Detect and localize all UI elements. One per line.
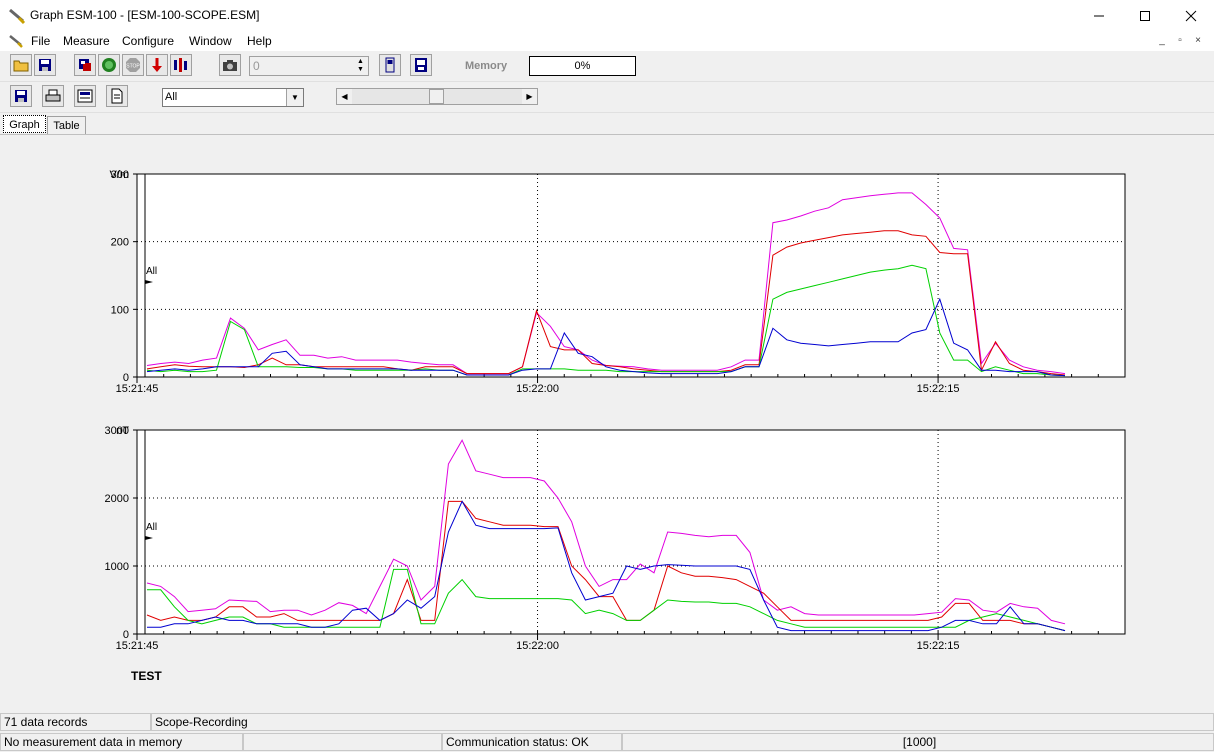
- mdi-minimize-icon[interactable]: _: [1154, 34, 1170, 48]
- document-probe-icon[interactable]: [8, 33, 24, 49]
- chart2-xtick-label: 15:22:00: [516, 640, 559, 652]
- records-count: 71 data records: [0, 713, 151, 731]
- floppy-save-icon: [39, 59, 51, 71]
- snapshot-button[interactable]: [219, 54, 241, 76]
- camera-icon: [223, 60, 237, 71]
- channel-select-value: All: [165, 91, 178, 103]
- chart2-xtick-label: 15:21:45: [116, 640, 159, 652]
- test-label: TEST: [131, 669, 162, 683]
- graph-toolbar: All ▼ ◀ ▶: [0, 82, 1214, 113]
- close-icon: [1185, 10, 1197, 21]
- counter-spinbox[interactable]: 0 ▲ ▼: [249, 56, 369, 76]
- export-save-button[interactable]: [10, 85, 32, 107]
- memory-device-icon: [415, 58, 427, 72]
- counter-value: 0: [253, 59, 260, 73]
- menu-file[interactable]: File: [31, 34, 50, 48]
- chart2-xtick-label: 15:22:15: [917, 640, 960, 652]
- sample-count: [1000]: [622, 733, 1214, 751]
- device-info-button[interactable]: [379, 54, 401, 76]
- open-button[interactable]: [10, 54, 32, 76]
- memory-device-button[interactable]: [410, 54, 432, 76]
- handheld-device-icon: [385, 57, 395, 73]
- communication-status: Communication status: OK: [442, 733, 622, 751]
- maximize-button[interactable]: [1122, 0, 1168, 31]
- device-transfer-icon: [79, 59, 91, 71]
- printer-icon: [45, 89, 61, 102]
- status-empty-panel: [243, 733, 442, 751]
- save-button[interactable]: [34, 54, 56, 76]
- mdi-close-icon[interactable]: ×: [1190, 34, 1206, 48]
- scroll-right-icon[interactable]: ▶: [522, 89, 537, 104]
- channel-select[interactable]: All ▼: [162, 88, 304, 107]
- channels-icon: [174, 58, 187, 72]
- window-title: Graph ESM-100 - [ESM-100-SCOPE.ESM]: [30, 8, 260, 22]
- dropdown-arrow-icon[interactable]: ▼: [286, 89, 303, 106]
- scroll-left-icon[interactable]: ◀: [337, 89, 352, 104]
- print-preview-button[interactable]: [74, 85, 96, 107]
- start-circle-icon: [102, 58, 116, 72]
- charts-svg: 0100200300V/m15:21:45 15:22:00 15:22:15All…: [105, 169, 1126, 652]
- mdi-restore-icon[interactable]: ▫: [1172, 34, 1188, 48]
- report-button[interactable]: [106, 85, 128, 107]
- recording-mode: Scope-Recording: [151, 713, 1214, 731]
- chart1-xtick-label: 15:22:00: [516, 383, 559, 395]
- chart1-plot-area: [136, 173, 1126, 378]
- chart2-marker-label: All: [146, 522, 157, 533]
- chart1-ytick-label: 100: [111, 304, 129, 316]
- graph-area: 0 100 200 300 V/m 15:21:45 15:22:00 15:22:15 All…: [0, 134, 1214, 711]
- tab-table[interactable]: Table: [47, 116, 86, 134]
- scroll-thumb[interactable]: [429, 89, 444, 104]
- device-button[interactable]: [74, 54, 96, 76]
- maximize-icon: [1140, 10, 1150, 21]
- scope-button[interactable]: [170, 54, 192, 76]
- menu-help[interactable]: Help: [247, 34, 272, 48]
- mdi-controls: _ ▫ ×: [1154, 34, 1206, 48]
- minimize-button[interactable]: [1076, 0, 1122, 31]
- chart2-unit-label: nT: [116, 425, 129, 437]
- print-preview-icon: [77, 89, 93, 103]
- chart1-unit-label: V/m: [109, 169, 129, 181]
- open-folder-icon: [13, 60, 29, 72]
- spin-arrows-icon[interactable]: ▲ ▼: [354, 58, 367, 74]
- print-button[interactable]: [42, 85, 64, 107]
- time-scrollbar[interactable]: ◀ ▶: [336, 88, 538, 105]
- status-bar-top: 71 data records Scope-Recording: [0, 712, 1214, 732]
- close-button[interactable]: [1168, 0, 1214, 31]
- memory-message: No measurement data in memory: [0, 733, 243, 751]
- menu-configure[interactable]: Configure: [122, 34, 174, 48]
- chart2-ytick-label: 2000: [105, 493, 129, 505]
- start-button[interactable]: [98, 54, 120, 76]
- download-button[interactable]: [146, 54, 168, 76]
- probe-app-icon: [9, 8, 26, 25]
- minimize-icon: [1094, 15, 1104, 16]
- chart1-marker-label: All: [146, 266, 157, 277]
- svg-text:STOP: STOP: [126, 64, 140, 70]
- stop-button[interactable]: STOP: [122, 54, 144, 76]
- arrow-down-icon: [152, 58, 162, 72]
- memory-progress: 0%: [529, 56, 636, 76]
- menu-measure[interactable]: Measure: [63, 34, 110, 48]
- chart1-xtick-label: 15:22:15: [917, 383, 960, 395]
- floppy-save-icon: [15, 90, 27, 102]
- chart1-xtick-label: 15:21:45: [116, 383, 159, 395]
- chart1-ytick-label: 200: [111, 237, 129, 249]
- title-bar: Graph ESM-100 - [ESM-100-SCOPE.ESM]: [0, 0, 1214, 31]
- main-toolbar: STOP 0 ▲ ▼ Memory 0%: [0, 51, 1214, 82]
- menu-window[interactable]: Window: [189, 34, 232, 48]
- chart2-plot-area: [136, 429, 1126, 635]
- status-bar-bottom: No measurement data in memory Communicat…: [0, 732, 1214, 752]
- menu-bar: File Measure Configure Window Help _ ▫ ×: [0, 31, 1214, 51]
- chart2-ytick-label: 1000: [105, 561, 129, 573]
- tab-graph[interactable]: Graph: [3, 115, 46, 133]
- memory-label: Memory: [465, 60, 508, 72]
- view-tabs: Graph Table: [0, 114, 1214, 134]
- document-icon: [111, 88, 123, 104]
- stop-sign-icon: STOP: [126, 58, 140, 72]
